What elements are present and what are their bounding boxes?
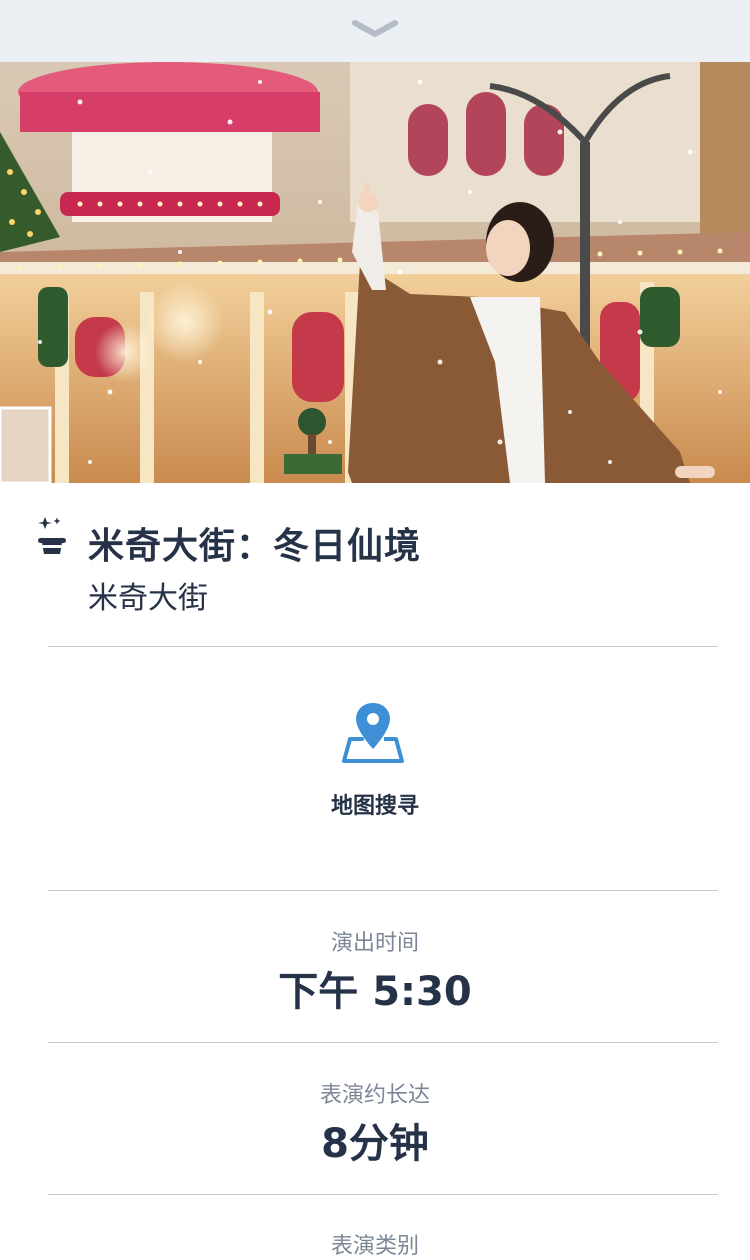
showtime-section: 演出时间 下午 5:30 [0,925,750,1017]
map-search-label: 地图搜寻 [330,794,419,819]
attraction-title: 米奇大街：冬日仙境 [88,526,422,567]
showtime-value: 下午 5:30 [278,969,472,1015]
showtime-label: 演出时间 [330,931,419,956]
divider [48,890,718,891]
divider [48,1194,718,1195]
category-label: 表演类别 [330,1234,419,1259]
attraction-header: 米奇大街：冬日仙境 米奇大街 [0,483,750,646]
duration-value: 8分钟 [321,1121,429,1167]
chevron-down-icon[interactable] [351,18,399,40]
duration-section: 表演约长达 8分钟 [0,1077,750,1169]
duration-label: 表演约长达 [319,1083,430,1108]
map-search-button[interactable]: 地图搜寻 [0,647,750,890]
magic-hat-icon [38,517,66,554]
attraction-location: 米奇大街 [88,581,208,616]
hero-photo [0,62,750,483]
map-pin-icon [342,703,404,763]
divider [48,1042,718,1043]
category-section: 表演类别 [0,1228,750,1260]
top-bar [0,0,750,62]
